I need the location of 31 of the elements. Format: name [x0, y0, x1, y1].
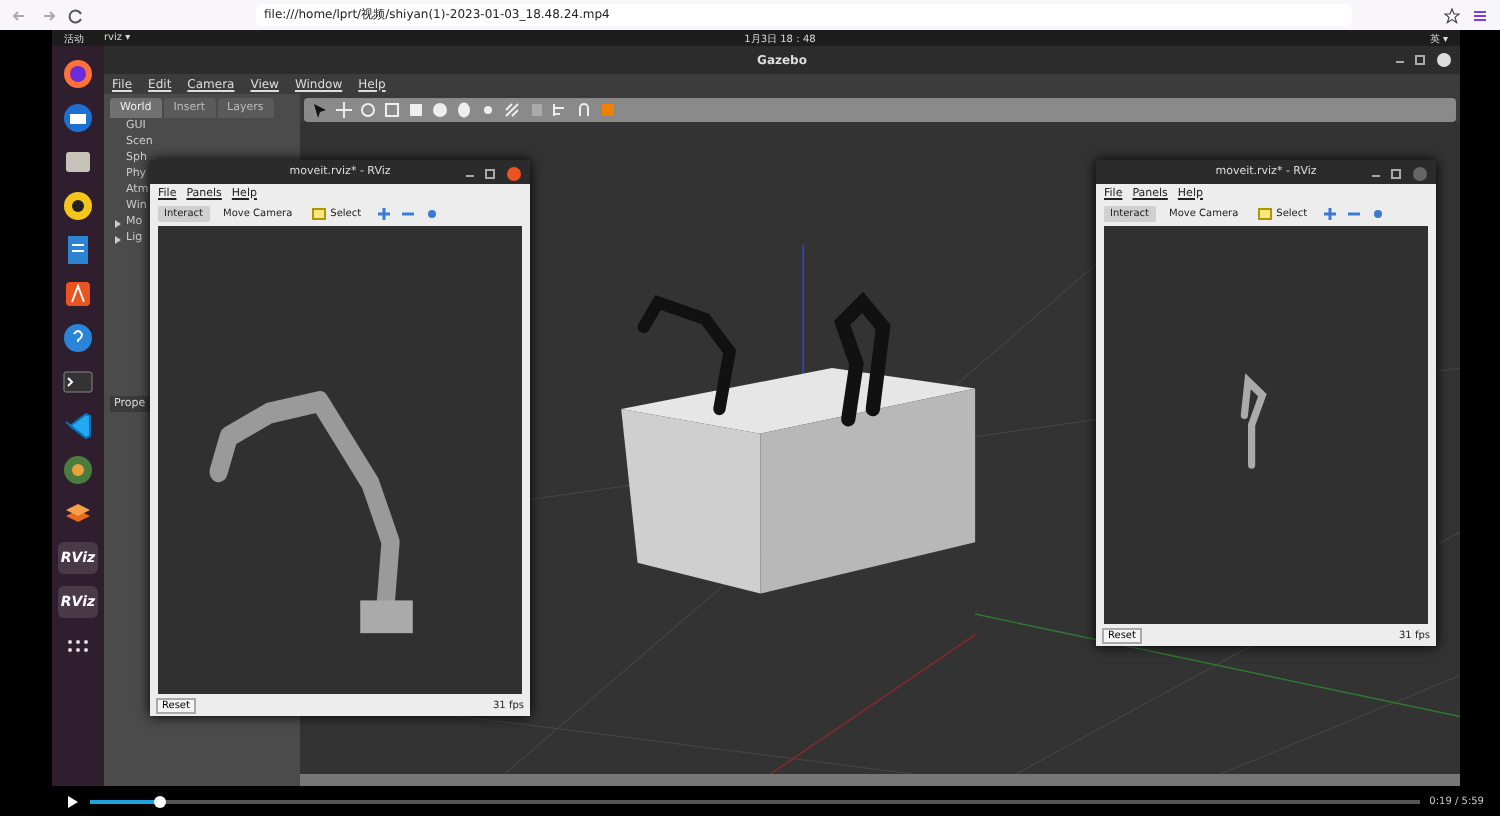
- plus-icon[interactable]: [1321, 206, 1338, 222]
- window-controls-icon[interactable]: [462, 166, 522, 182]
- dock-app-icon[interactable]: [62, 278, 94, 310]
- toolbar-tool-icon[interactable]: [336, 102, 352, 118]
- dock-app-icon[interactable]: [62, 102, 94, 134]
- play-icon[interactable]: [64, 793, 80, 809]
- expand-arrow-icon[interactable]: [114, 235, 122, 243]
- menu-icon[interactable]: [1472, 7, 1488, 23]
- dock-app-icon[interactable]: [62, 190, 94, 222]
- expand-arrow-icon[interactable]: [114, 219, 122, 227]
- dock-app-icon[interactable]: [62, 454, 94, 486]
- toolbar-tool-icon[interactable]: [552, 102, 568, 118]
- robot-arm-drawing: [1240, 373, 1267, 469]
- 3d-view[interactable]: [158, 226, 522, 694]
- focus-icon[interactable]: [1369, 206, 1386, 222]
- dock-app-icon[interactable]: [62, 322, 94, 354]
- plus-icon[interactable]: [375, 206, 392, 222]
- dock-app-icon[interactable]: [62, 366, 94, 398]
- robots-on-table-drawing[interactable]: [621, 291, 976, 594]
- dock-app-icon[interactable]: [62, 58, 94, 90]
- toolbar-tool-icon[interactable]: [312, 102, 328, 118]
- window-controls-icon[interactable]: [1368, 166, 1428, 182]
- progress-handle[interactable]: [154, 795, 167, 807]
- dock-app-icon[interactable]: [62, 146, 94, 178]
- dock-app-icon[interactable]: [62, 234, 94, 266]
- reload-icon[interactable]: [68, 7, 84, 23]
- toolbar-tool-icon[interactable]: [504, 102, 520, 118]
- star-icon[interactable]: [1444, 7, 1460, 23]
- focus-icon[interactable]: [423, 206, 440, 222]
- window-controls-icon[interactable]: [1392, 52, 1452, 68]
- dock-app-icon[interactable]: [62, 410, 94, 442]
